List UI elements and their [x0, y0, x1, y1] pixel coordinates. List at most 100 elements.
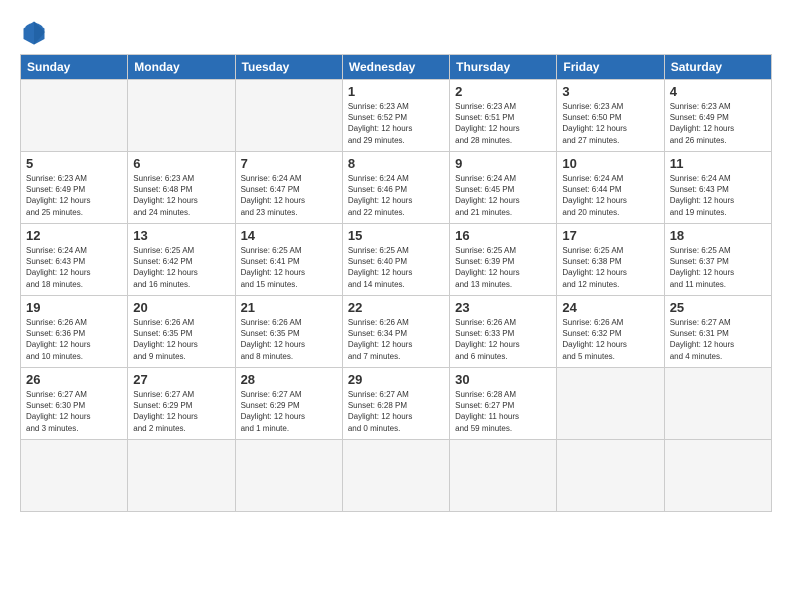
day-number: 9	[455, 156, 551, 171]
calendar-cell: 26 Sunrise: 6:27 AM Sunset: 6:30 PM Dayli…	[21, 368, 128, 440]
day-number: 8	[348, 156, 444, 171]
weekday-monday: Monday	[128, 55, 235, 80]
day-number: 29	[348, 372, 444, 387]
weekday-header-row: SundayMondayTuesdayWednesdayThursdayFrid…	[21, 55, 772, 80]
calendar-cell: 17 Sunrise: 6:25 AM Sunset: 6:38 PM Dayli…	[557, 224, 664, 296]
day-number: 11	[670, 156, 766, 171]
calendar-cell: 10Sunrise: 6:24 AM Sunset: 6:44 PM Dayli…	[557, 152, 664, 224]
day-info: Sunrise: 6:26 AM Sunset: 6:34 PM Dayligh…	[348, 317, 444, 362]
day-number: 27	[133, 372, 229, 387]
day-number: 17	[562, 228, 658, 243]
calendar-cell: 24 Sunrise: 6:26 AM Sunset: 6:32 PM Dayli…	[557, 296, 664, 368]
calendar-cell: 22Sunrise: 6:26 AM Sunset: 6:34 PM Dayli…	[342, 296, 449, 368]
day-info: Sunrise: 6:23 AM Sunset: 6:52 PM Dayligh…	[348, 101, 444, 146]
day-info: Sunrise: 6:27 AM Sunset: 6:29 PM Dayligh…	[241, 389, 337, 434]
header	[20, 18, 772, 46]
calendar-row: 1 Sunrise: 6:23 AM Sunset: 6:52 PM Daylig…	[21, 80, 772, 152]
calendar-cell: 9 Sunrise: 6:24 AM Sunset: 6:45 PM Daylig…	[450, 152, 557, 224]
calendar-row: 19Sunrise: 6:26 AM Sunset: 6:36 PM Dayli…	[21, 296, 772, 368]
day-number: 3	[562, 84, 658, 99]
day-number: 6	[133, 156, 229, 171]
day-info: Sunrise: 6:23 AM Sunset: 6:49 PM Dayligh…	[26, 173, 122, 218]
day-info: Sunrise: 6:23 AM Sunset: 6:48 PM Dayligh…	[133, 173, 229, 218]
day-info: Sunrise: 6:26 AM Sunset: 6:35 PM Dayligh…	[133, 317, 229, 362]
calendar-cell	[21, 440, 128, 512]
day-info: Sunrise: 6:24 AM Sunset: 6:43 PM Dayligh…	[26, 245, 122, 290]
day-number: 14	[241, 228, 337, 243]
weekday-saturday: Saturday	[664, 55, 771, 80]
day-info: Sunrise: 6:24 AM Sunset: 6:46 PM Dayligh…	[348, 173, 444, 218]
calendar-cell	[342, 440, 449, 512]
calendar-cell	[557, 440, 664, 512]
day-info: Sunrise: 6:24 AM Sunset: 6:45 PM Dayligh…	[455, 173, 551, 218]
day-info: Sunrise: 6:25 AM Sunset: 6:42 PM Dayligh…	[133, 245, 229, 290]
calendar-cell: 8 Sunrise: 6:24 AM Sunset: 6:46 PM Daylig…	[342, 152, 449, 224]
calendar-cell: 1 Sunrise: 6:23 AM Sunset: 6:52 PM Daylig…	[342, 80, 449, 152]
weekday-friday: Friday	[557, 55, 664, 80]
day-number: 7	[241, 156, 337, 171]
calendar-cell: 11 Sunrise: 6:24 AM Sunset: 6:43 PM Dayli…	[664, 152, 771, 224]
calendar-cell: 6 Sunrise: 6:23 AM Sunset: 6:48 PM Daylig…	[128, 152, 235, 224]
calendar-cell	[128, 440, 235, 512]
day-number: 25	[670, 300, 766, 315]
calendar-cell: 5 Sunrise: 6:23 AM Sunset: 6:49 PM Daylig…	[21, 152, 128, 224]
calendar-table: SundayMondayTuesdayWednesdayThursdayFrid…	[20, 54, 772, 512]
day-info: Sunrise: 6:23 AM Sunset: 6:51 PM Dayligh…	[455, 101, 551, 146]
day-info: Sunrise: 6:27 AM Sunset: 6:28 PM Dayligh…	[348, 389, 444, 434]
day-info: Sunrise: 6:25 AM Sunset: 6:38 PM Dayligh…	[562, 245, 658, 290]
day-info: Sunrise: 6:24 AM Sunset: 6:43 PM Dayligh…	[670, 173, 766, 218]
calendar-cell: 25Sunrise: 6:27 AM Sunset: 6:31 PM Dayli…	[664, 296, 771, 368]
day-info: Sunrise: 6:26 AM Sunset: 6:32 PM Dayligh…	[562, 317, 658, 362]
day-number: 24	[562, 300, 658, 315]
calendar-cell: 21Sunrise: 6:26 AM Sunset: 6:35 PM Dayli…	[235, 296, 342, 368]
calendar-cell: 2 Sunrise: 6:23 AM Sunset: 6:51 PM Daylig…	[450, 80, 557, 152]
calendar-cell: 12 Sunrise: 6:24 AM Sunset: 6:43 PM Dayli…	[21, 224, 128, 296]
day-number: 26	[26, 372, 122, 387]
calendar-row: 26 Sunrise: 6:27 AM Sunset: 6:30 PM Dayli…	[21, 368, 772, 440]
calendar-cell: 15Sunrise: 6:25 AM Sunset: 6:40 PM Dayli…	[342, 224, 449, 296]
calendar-row: 12 Sunrise: 6:24 AM Sunset: 6:43 PM Dayli…	[21, 224, 772, 296]
logo	[20, 18, 54, 46]
calendar-cell: 27 Sunrise: 6:27 AM Sunset: 6:29 PM Dayli…	[128, 368, 235, 440]
day-number: 5	[26, 156, 122, 171]
day-info: Sunrise: 6:25 AM Sunset: 6:41 PM Dayligh…	[241, 245, 337, 290]
calendar-cell: 13 Sunrise: 6:25 AM Sunset: 6:42 PM Dayli…	[128, 224, 235, 296]
day-number: 13	[133, 228, 229, 243]
calendar-cell	[450, 440, 557, 512]
day-number: 28	[241, 372, 337, 387]
day-number: 12	[26, 228, 122, 243]
day-info: Sunrise: 6:26 AM Sunset: 6:33 PM Dayligh…	[455, 317, 551, 362]
calendar-cell	[235, 80, 342, 152]
day-number: 2	[455, 84, 551, 99]
day-number: 16	[455, 228, 551, 243]
day-info: Sunrise: 6:27 AM Sunset: 6:29 PM Dayligh…	[133, 389, 229, 434]
day-number: 4	[670, 84, 766, 99]
day-number: 19	[26, 300, 122, 315]
day-number: 10	[562, 156, 658, 171]
day-number: 23	[455, 300, 551, 315]
calendar-cell: 20Sunrise: 6:26 AM Sunset: 6:35 PM Dayli…	[128, 296, 235, 368]
day-info: Sunrise: 6:25 AM Sunset: 6:40 PM Dayligh…	[348, 245, 444, 290]
calendar-cell	[664, 368, 771, 440]
calendar-row: 5 Sunrise: 6:23 AM Sunset: 6:49 PM Daylig…	[21, 152, 772, 224]
page: SundayMondayTuesdayWednesdayThursdayFrid…	[0, 0, 792, 612]
calendar-cell: 19Sunrise: 6:26 AM Sunset: 6:36 PM Dayli…	[21, 296, 128, 368]
weekday-tuesday: Tuesday	[235, 55, 342, 80]
calendar-cell: 29 Sunrise: 6:27 AM Sunset: 6:28 PM Dayli…	[342, 368, 449, 440]
calendar-cell: 7 Sunrise: 6:24 AM Sunset: 6:47 PM Daylig…	[235, 152, 342, 224]
calendar-cell	[235, 440, 342, 512]
day-number: 1	[348, 84, 444, 99]
calendar-row	[21, 440, 772, 512]
day-info: Sunrise: 6:23 AM Sunset: 6:49 PM Dayligh…	[670, 101, 766, 146]
calendar-cell	[664, 440, 771, 512]
calendar-cell: 30Sunrise: 6:28 AM Sunset: 6:27 PM Dayli…	[450, 368, 557, 440]
calendar-cell: 28 Sunrise: 6:27 AM Sunset: 6:29 PM Dayli…	[235, 368, 342, 440]
day-number: 21	[241, 300, 337, 315]
day-info: Sunrise: 6:25 AM Sunset: 6:37 PM Dayligh…	[670, 245, 766, 290]
day-info: Sunrise: 6:24 AM Sunset: 6:47 PM Dayligh…	[241, 173, 337, 218]
weekday-thursday: Thursday	[450, 55, 557, 80]
day-number: 30	[455, 372, 551, 387]
day-info: Sunrise: 6:27 AM Sunset: 6:30 PM Dayligh…	[26, 389, 122, 434]
weekday-sunday: Sunday	[21, 55, 128, 80]
calendar-cell: 14 Sunrise: 6:25 AM Sunset: 6:41 PM Dayli…	[235, 224, 342, 296]
